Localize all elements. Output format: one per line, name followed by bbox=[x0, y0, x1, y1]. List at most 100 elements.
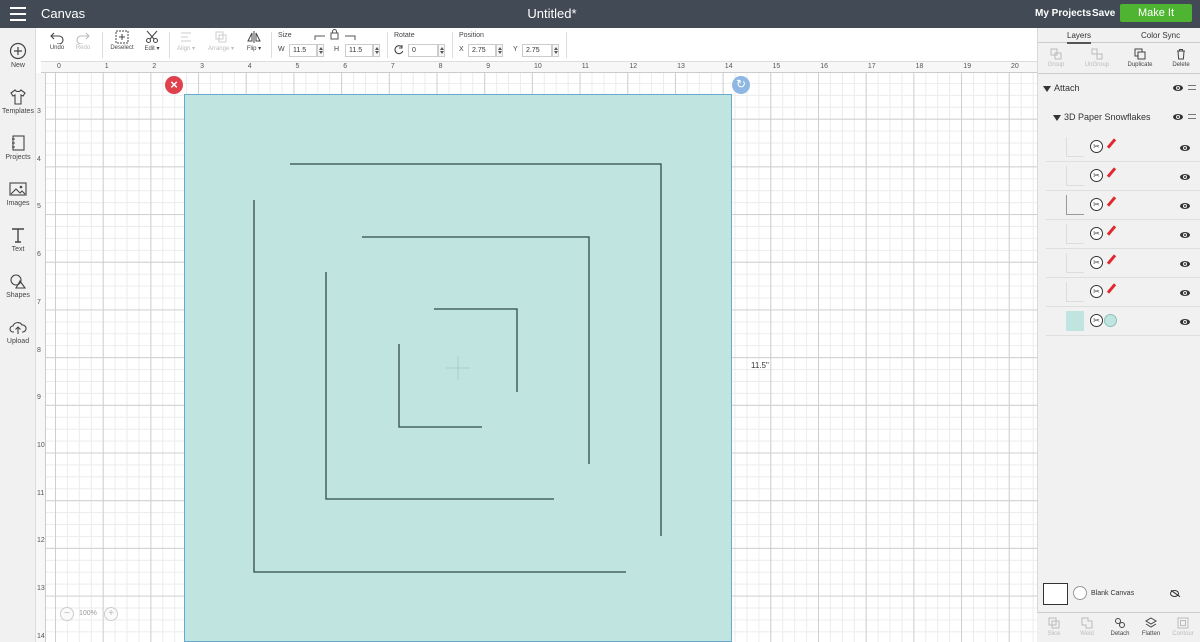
flatten-button[interactable]: Flatten bbox=[1138, 617, 1164, 637]
canvas-color-circle[interactable] bbox=[1073, 586, 1087, 600]
arrange-menu-button[interactable]: Arrange ▾ bbox=[204, 28, 238, 52]
pen-color-icon[interactable] bbox=[1106, 196, 1117, 207]
deselect-button[interactable]: Deselect bbox=[107, 28, 137, 51]
pen-color-icon[interactable] bbox=[1106, 138, 1117, 149]
rotate-handle-icon[interactable]: ↻ bbox=[732, 76, 750, 94]
cut-operation-icon[interactable]: ✂ bbox=[1090, 285, 1103, 298]
cut-operation-icon[interactable]: ✂ bbox=[1090, 140, 1103, 153]
ruler-tick-label: 17 bbox=[867, 63, 876, 70]
visibility-eye-icon[interactable] bbox=[1180, 261, 1190, 267]
visibility-eye-icon[interactable] bbox=[1180, 203, 1190, 209]
cut-operation-icon[interactable]: ✂ bbox=[1090, 314, 1103, 327]
ruler-tick-label: 13 bbox=[37, 585, 45, 592]
canvas-swatch[interactable] bbox=[1043, 583, 1068, 605]
layer-row[interactable]: ✂ bbox=[1046, 278, 1200, 307]
cut-operation-icon[interactable]: ✂ bbox=[1090, 227, 1103, 240]
save-button[interactable]: Save bbox=[1092, 8, 1115, 19]
height-field[interactable]: 11.5 bbox=[345, 44, 373, 57]
attach-label: Attach bbox=[1054, 83, 1080, 93]
cut-line-inner-top[interactable] bbox=[434, 308, 518, 392]
redo-label: Redo bbox=[75, 45, 91, 51]
ruler-tick-label: 5 bbox=[295, 63, 300, 70]
height-stepper[interactable] bbox=[373, 44, 380, 57]
horizontal-ruler: 0 1 2 3 4 5 6 7 8 9 10 11 12 13 14 15 16 17 18 19 20 bbox=[41, 62, 1037, 73]
collapse-caret-icon[interactable] bbox=[1043, 85, 1051, 92]
cut-operation-icon[interactable]: ✂ bbox=[1090, 169, 1103, 182]
pen-color-icon[interactable] bbox=[1106, 283, 1117, 294]
cut-operation-icon[interactable]: ✂ bbox=[1090, 198, 1103, 211]
cut-line-middle-bottom[interactable] bbox=[325, 272, 554, 500]
detach-label: Detach bbox=[1110, 631, 1130, 637]
layer-row[interactable]: ✂ bbox=[1046, 191, 1200, 220]
edit-menu-button[interactable]: Edit ▾ bbox=[141, 28, 163, 52]
tab-layers[interactable]: Layers bbox=[1067, 31, 1092, 44]
visibility-eye-icon[interactable] bbox=[1180, 290, 1190, 296]
position-x-stepper[interactable] bbox=[496, 44, 503, 57]
undo-button[interactable]: Undo bbox=[47, 28, 67, 51]
visibility-eye-icon[interactable] bbox=[1180, 232, 1190, 238]
lock-proportions-icon[interactable] bbox=[313, 29, 357, 41]
visibility-eye-icon[interactable] bbox=[1173, 85, 1183, 91]
position-y-field[interactable]: 2.75 bbox=[522, 44, 552, 57]
blank-canvas-row[interactable]: Blank Canvas bbox=[1041, 582, 1200, 608]
layer-row-square[interactable]: ✂ bbox=[1046, 307, 1200, 336]
pen-color-icon[interactable] bbox=[1106, 167, 1117, 178]
rotate-field[interactable]: 0 bbox=[408, 44, 438, 57]
snowflake-cut-lines[interactable] bbox=[184, 94, 732, 642]
detach-button[interactable]: Detach bbox=[1107, 617, 1133, 637]
align-menu-button[interactable]: Align ▾ bbox=[174, 28, 198, 52]
delete-button[interactable]: Delete bbox=[1168, 48, 1194, 68]
cut-line-outer-top[interactable] bbox=[290, 163, 662, 536]
fill-color-swatch[interactable] bbox=[1104, 314, 1117, 327]
sidebar-item-projects[interactable]: Projects bbox=[0, 134, 36, 161]
zoom-in-button[interactable]: + bbox=[104, 607, 118, 621]
collapse-caret-icon[interactable] bbox=[1053, 114, 1061, 121]
snowflakes-group-row[interactable]: 3D Paper Snowflakes bbox=[1038, 105, 1200, 129]
delete-selection-handle[interactable]: × bbox=[165, 76, 183, 94]
pen-color-icon[interactable] bbox=[1106, 225, 1117, 236]
duplicate-button[interactable]: Duplicate bbox=[1124, 48, 1156, 68]
sidebar-item-text[interactable]: Text bbox=[0, 226, 36, 253]
sidebar-item-templates[interactable]: Templates bbox=[0, 88, 36, 115]
sidebar-item-upload[interactable]: Upload bbox=[0, 318, 36, 345]
drag-handle-icon[interactable] bbox=[1188, 85, 1196, 90]
position-y-stepper[interactable] bbox=[552, 44, 559, 57]
redo-button[interactable]: Redo bbox=[73, 28, 93, 51]
layer-row[interactable]: ✂ bbox=[1046, 249, 1200, 278]
sidebar-item-shapes[interactable]: Shapes bbox=[0, 272, 36, 299]
sidebar-item-images[interactable]: Images bbox=[0, 180, 36, 207]
group-button[interactable]: Group bbox=[1044, 48, 1068, 68]
slice-button[interactable]: Slice bbox=[1043, 617, 1065, 637]
cut-line-inner-bottom[interactable] bbox=[398, 344, 482, 428]
weld-button[interactable]: Weld bbox=[1076, 617, 1098, 637]
zoom-out-button[interactable]: − bbox=[60, 607, 74, 621]
attach-group-row[interactable]: Attach bbox=[1038, 76, 1200, 100]
cut-line-outer-bottom[interactable] bbox=[253, 200, 626, 573]
visibility-eye-icon[interactable] bbox=[1180, 174, 1190, 180]
layer-row[interactable]: ✂ bbox=[1046, 133, 1200, 162]
position-x-field[interactable]: 2.75 bbox=[468, 44, 496, 57]
width-field[interactable]: 11.5 bbox=[289, 44, 317, 57]
rotate-stepper[interactable] bbox=[438, 44, 445, 57]
deselect-label: Deselect bbox=[110, 45, 134, 51]
my-projects-link[interactable]: My Projects bbox=[1035, 8, 1091, 19]
pen-color-icon[interactable] bbox=[1106, 254, 1117, 265]
cut-line-middle-top[interactable] bbox=[362, 236, 590, 464]
contour-button[interactable]: Contour bbox=[1169, 617, 1197, 637]
ruler-tick-label: 14 bbox=[724, 63, 733, 70]
hidden-eye-icon[interactable] bbox=[1170, 590, 1179, 597]
drag-handle-icon[interactable] bbox=[1188, 114, 1196, 119]
width-stepper[interactable] bbox=[317, 44, 324, 57]
make-it-button[interactable]: Make It bbox=[1120, 4, 1192, 22]
flip-menu-button[interactable]: Flip ▾ bbox=[243, 28, 265, 52]
cut-operation-icon[interactable]: ✂ bbox=[1090, 256, 1103, 269]
layer-thumbnail bbox=[1066, 224, 1084, 244]
sidebar-item-new[interactable]: New bbox=[0, 42, 36, 69]
tab-color-sync[interactable]: Color Sync bbox=[1141, 31, 1180, 40]
visibility-eye-icon[interactable] bbox=[1173, 114, 1183, 120]
ungroup-button[interactable]: UnGroup bbox=[1082, 48, 1112, 68]
visibility-eye-icon[interactable] bbox=[1180, 145, 1190, 151]
layer-row[interactable]: ✂ bbox=[1046, 162, 1200, 191]
layer-row[interactable]: ✂ bbox=[1046, 220, 1200, 249]
visibility-eye-icon[interactable] bbox=[1180, 319, 1190, 325]
